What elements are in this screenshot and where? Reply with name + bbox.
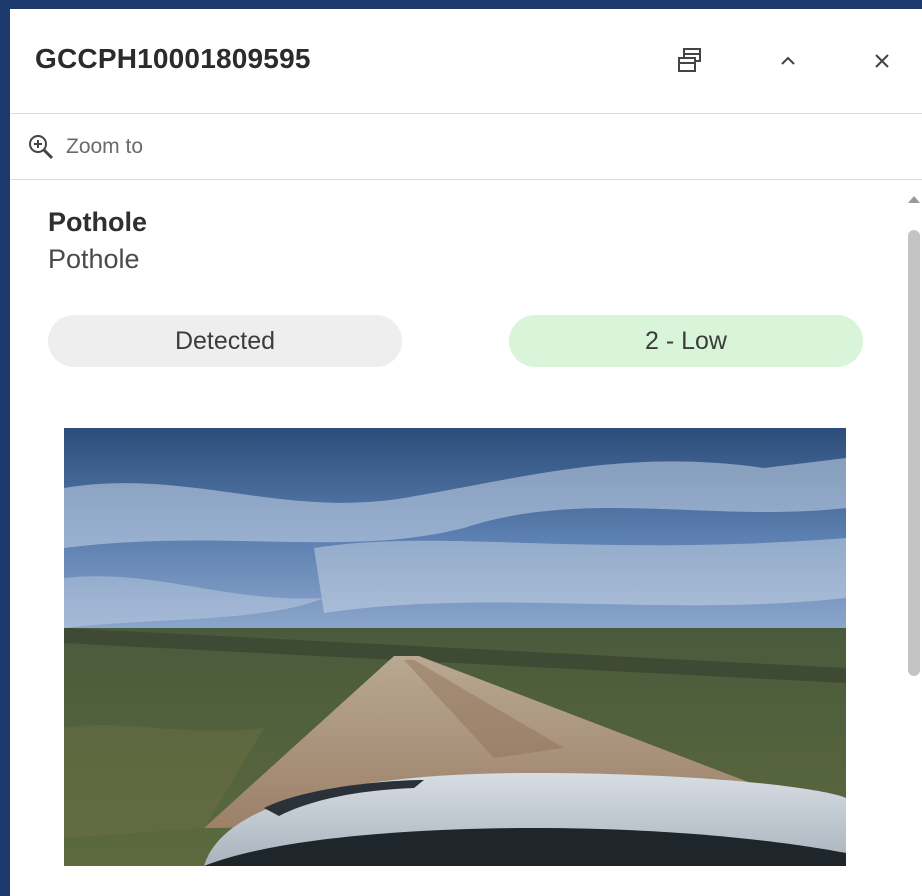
action-bar: Zoom to (10, 114, 922, 180)
priority-badge: 2 - Low (509, 315, 863, 367)
zoom-in-icon (29, 135, 54, 160)
dock-button[interactable] (668, 39, 712, 83)
close-icon (875, 54, 889, 68)
zoom-to-label: Zoom to (66, 135, 144, 158)
feature-title: Pothole (48, 207, 147, 237)
chevron-up-icon (781, 56, 795, 65)
popup-panel: GCCPH10001809595 Zoom to Pothole Pothole… (10, 9, 922, 896)
status-badge: Detected (48, 315, 402, 367)
popup-content: Pothole Pothole Detected 2 - Low (10, 180, 906, 896)
scroll-up-arrow-icon[interactable] (908, 196, 920, 203)
dock-icon (678, 48, 701, 72)
zoom-to-button[interactable]: Zoom to (26, 130, 143, 164)
vertical-scrollbar[interactable] (906, 180, 922, 896)
road-photo[interactable] (64, 428, 846, 866)
feature-subtitle: Pothole (48, 244, 140, 274)
popup-header: GCCPH10001809595 (10, 9, 922, 114)
close-button[interactable] (860, 39, 904, 83)
scrollbar-thumb[interactable] (908, 230, 920, 676)
collapse-button[interactable] (766, 39, 810, 83)
popup-title: GCCPH10001809595 (35, 43, 311, 74)
